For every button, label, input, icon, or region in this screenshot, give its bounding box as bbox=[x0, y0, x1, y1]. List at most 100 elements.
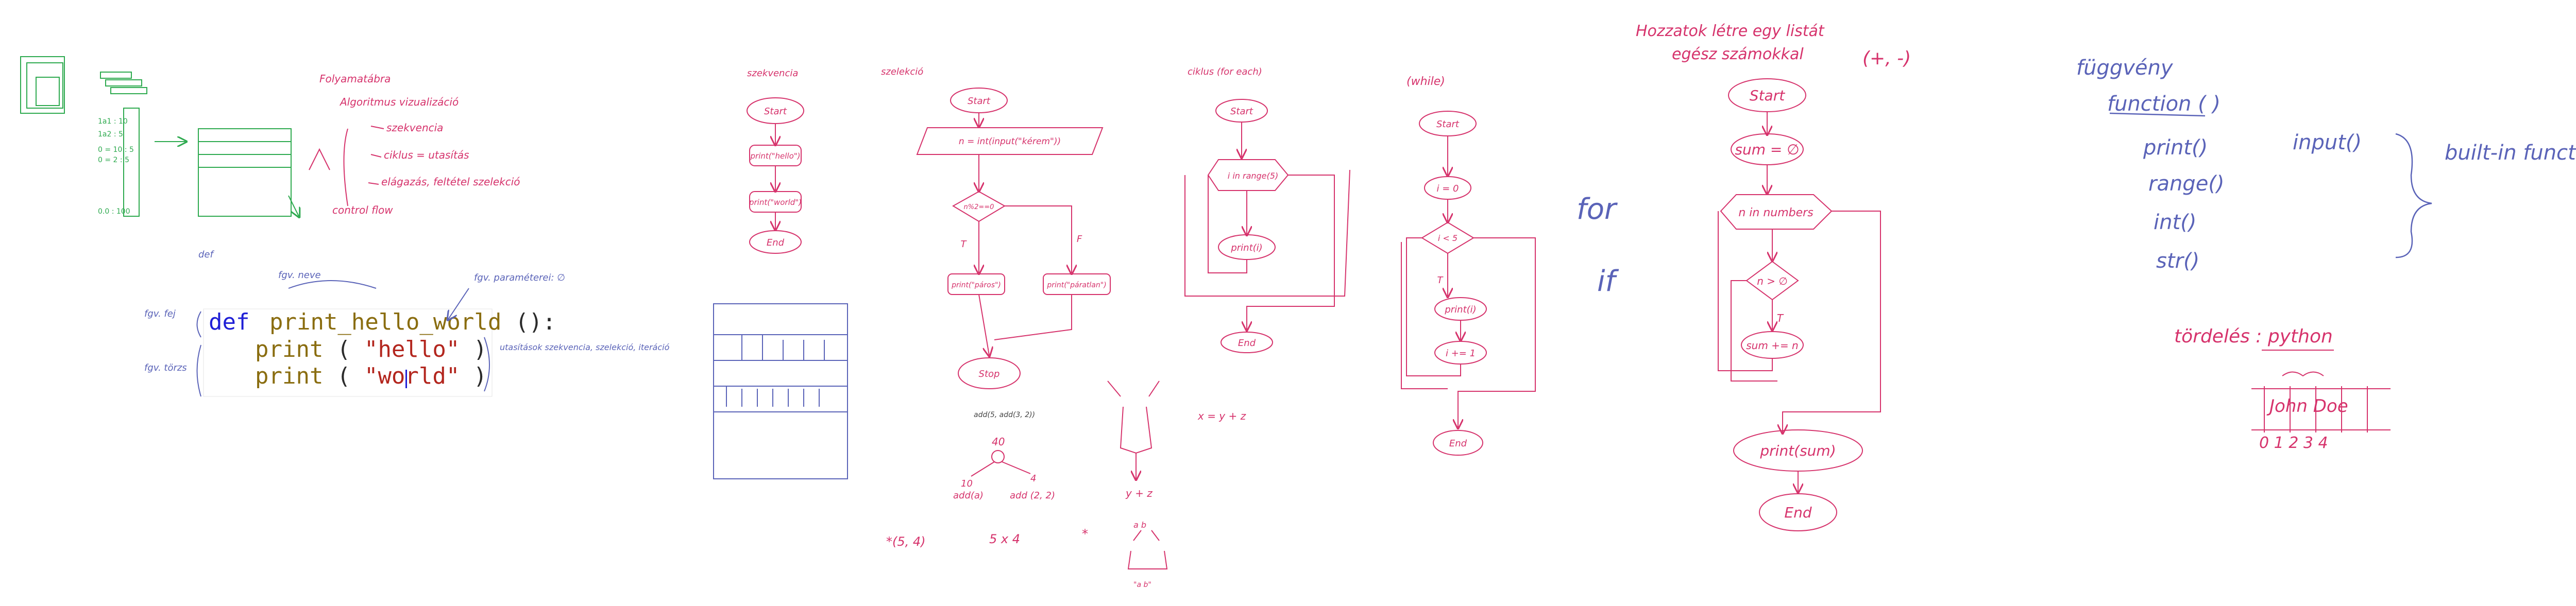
fn-name-string: John Doe bbox=[2266, 396, 2348, 417]
for-body: print(i) bbox=[1230, 243, 1262, 253]
note-fgv-neve: fgv. neve bbox=[278, 270, 321, 281]
svg-text:print ( "hello": print ( "hello" ) bbox=[255, 336, 487, 362]
code-string-world: "world" bbox=[364, 363, 460, 389]
seq-start: Start bbox=[764, 106, 787, 117]
sum-acc: sum += n bbox=[1746, 339, 1798, 352]
whiteboard-canvas: 1a1 : 10 1a2 : 5 0 = 10 : 5 0 = 2 : 5 0.… bbox=[20, 22, 2576, 589]
sum-print: print(sum) bbox=[1759, 442, 1836, 459]
green-sketch-group bbox=[20, 56, 299, 216]
sel-input: n = int(input("kérem")) bbox=[959, 136, 1061, 147]
seq-print1: print("hello") bbox=[750, 151, 801, 161]
note-def-label: def bbox=[198, 249, 215, 260]
svg-text:0 = 10 : 5: 0 = 10 : 5 bbox=[98, 146, 134, 154]
svg-text:def print_hello_world: def print_hello_world (): bbox=[209, 309, 556, 335]
star-call: *(5, 4) bbox=[886, 534, 926, 549]
seq-end: End bbox=[767, 237, 785, 248]
code-fn-rest: (): bbox=[515, 309, 556, 335]
sum-title-sign: (+, -) bbox=[1862, 48, 1911, 69]
sel-start: Start bbox=[968, 96, 991, 107]
note-torzs-utasitas: utasítások szekvencia, szelekció, iterác… bbox=[500, 342, 670, 352]
for-end: End bbox=[1238, 338, 1256, 349]
sel-title: szelekció bbox=[881, 66, 923, 77]
while-title: (while) bbox=[1406, 75, 1445, 88]
green-stack-labels: 1a1 : 10 1a2 : 5 0 = 10 : 5 0 = 2 : 5 0.… bbox=[98, 117, 134, 216]
while-start: Start bbox=[1436, 119, 1460, 130]
note-ciklus: ciklus = utasítás bbox=[384, 149, 469, 161]
code-snippet: def print_hello_world (): print ( "hello… bbox=[203, 308, 556, 397]
for-loop: i in range(5) bbox=[1228, 171, 1278, 181]
builtin-brace bbox=[2395, 133, 2432, 258]
while-end: End bbox=[1449, 438, 1467, 449]
add-four: 4 bbox=[1030, 473, 1036, 484]
for-title: ciklus (for each) bbox=[1188, 66, 1262, 77]
sum-title-1: Hozzatok létre egy listát bbox=[1636, 22, 1825, 40]
add-recursion-notes: add(5, add(3, 2)) 40 10 4 add(a) add (2,… bbox=[886, 410, 1246, 589]
fn-name-brace bbox=[288, 280, 377, 289]
note-fgv-param: fgv. paraméterei: ∅ bbox=[474, 272, 565, 283]
fn-input: input() bbox=[2293, 131, 2362, 154]
ab-string: "a b" bbox=[1133, 581, 1151, 589]
ab-label: a b bbox=[1133, 520, 1146, 530]
note-szekvencia: szekvencia bbox=[386, 122, 443, 134]
sel-false: F bbox=[1077, 234, 1082, 245]
fn-fuggveny: függvény bbox=[2076, 56, 2174, 80]
svg-text:1a2 : 5: 1a2 : 5 bbox=[98, 130, 123, 138]
note-fgv-torzs: fgv. törzs bbox=[144, 362, 187, 373]
sum-true: T bbox=[1777, 312, 1784, 324]
add-call: add(5, add(3, 2)) bbox=[974, 411, 1035, 419]
fn-int: int() bbox=[2154, 211, 2196, 234]
sel-stop: Stop bbox=[979, 369, 1000, 379]
sum-start: Start bbox=[1750, 87, 1785, 104]
y-plus-z: y + z bbox=[1125, 487, 1153, 499]
add-forty: 40 bbox=[992, 436, 1005, 448]
svg-text:*: * bbox=[1082, 527, 1088, 541]
word-if: if bbox=[1597, 265, 1619, 298]
sum-loop: n in numbers bbox=[1738, 206, 1813, 219]
while-body: print(i) bbox=[1444, 304, 1476, 315]
fn-function: function ( ) bbox=[2107, 92, 2221, 116]
note-control-flow: control flow bbox=[332, 204, 393, 216]
note-fgv-fej: fgv. fej bbox=[144, 308, 176, 319]
functions-notes: függvény function ( ) print() range() in… bbox=[2076, 56, 2576, 452]
sum-init: sum = ∅ bbox=[1735, 141, 1799, 158]
x-eq: x = y + z bbox=[1197, 410, 1246, 422]
while-cond: i < 5 bbox=[1438, 233, 1458, 243]
fn-range: range() bbox=[2148, 172, 2225, 196]
sum-end: End bbox=[1784, 504, 1811, 521]
note-alg-viz: Algoritmus vizualizáció bbox=[339, 96, 459, 108]
code-def-keyword: def bbox=[209, 309, 249, 335]
code-print-2: print bbox=[255, 363, 323, 389]
sel-true: T bbox=[961, 239, 968, 250]
sel-odd: print("páratlan") bbox=[1046, 281, 1106, 289]
five-x-four: 5 x 4 bbox=[989, 532, 1020, 546]
control-flow-brace bbox=[343, 128, 348, 206]
add-a: add(a) bbox=[953, 490, 984, 501]
add-ten: 10 bbox=[961, 478, 973, 489]
flowchart-sequence: szekvencia Start print("hello") print("w… bbox=[747, 68, 804, 254]
fn-builtin: built-in function bbox=[2445, 141, 2576, 165]
while-init: i = 0 bbox=[1437, 183, 1459, 194]
flowchart-sum: Hozzatok létre egy listát egész számokka… bbox=[1636, 22, 1911, 531]
note-folyamatabra: Folyamatábra bbox=[319, 73, 391, 85]
svg-text:0 = 2 : 5: 0 = 2 : 5 bbox=[98, 156, 129, 164]
note-elagazas: elágazás, feltétel szelekció bbox=[381, 176, 520, 188]
svg-text:0.0 : 100: 0.0 : 100 bbox=[98, 207, 130, 216]
fn-str: str() bbox=[2156, 249, 2199, 273]
sel-cond: n%2==0 bbox=[964, 203, 994, 211]
code-fn-name: print_hello_world bbox=[269, 309, 501, 335]
fn-indices: 0 1 2 3 4 bbox=[2259, 434, 2328, 452]
while-true: T bbox=[1437, 275, 1444, 286]
flowchart-for-loop: ciklus (for each) Start i in range(5) pr… bbox=[1184, 66, 1350, 353]
while-inc: i += 1 bbox=[1446, 348, 1476, 359]
sel-even: print("páros") bbox=[951, 281, 1001, 289]
svg-text:1a1 : 10: 1a1 : 10 bbox=[98, 117, 128, 126]
flowchart-selection: szelekció Start n = int(input("kérem")) … bbox=[881, 66, 1111, 389]
code-string-hello: "hello" bbox=[364, 336, 460, 362]
seq-print2: print("world") bbox=[749, 198, 802, 207]
fn-print: print() bbox=[2143, 136, 2208, 160]
for-start: Start bbox=[1230, 106, 1253, 117]
blue-table-sketch bbox=[713, 303, 848, 479]
word-for: for bbox=[1577, 193, 1618, 226]
seq-title: szekvencia bbox=[747, 68, 798, 79]
fn-tordeles: tördelés : python bbox=[2174, 326, 2333, 347]
